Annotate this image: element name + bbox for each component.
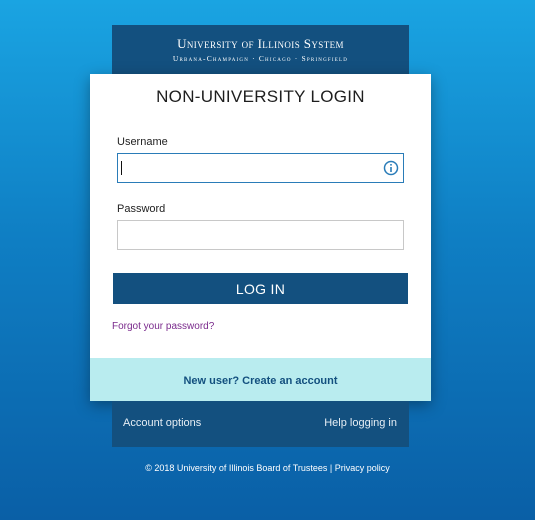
username-field[interactable] [117,153,404,183]
username-input[interactable] [118,154,403,182]
create-account-link[interactable]: New user? Create an account [183,375,337,387]
account-options-link[interactable]: Account options [123,417,201,429]
brand-title: University of Illinois System [177,36,344,51]
password-label: Password [117,203,166,215]
info-icon[interactable] [383,160,399,176]
login-card: NON-UNIVERSITY LOGIN Username Password L… [90,74,431,401]
login-button[interactable]: LOG IN [113,273,408,304]
forgot-password-link[interactable]: Forgot your password? [112,321,214,332]
password-input[interactable] [118,221,403,249]
username-label: Username [117,136,168,148]
privacy-policy-link[interactable]: Privacy policy [335,463,390,473]
footer-links-band: Account options Help logging in [112,401,409,447]
new-user-banner: New user? Create an account [90,358,431,401]
text-caret [121,161,122,175]
page-title: NON-UNIVERSITY LOGIN [156,87,365,106]
copyright-line: © 2018 University of Illinois Board of T… [0,463,535,473]
password-field[interactable] [117,220,404,250]
copyright-separator: | [329,463,333,473]
copyright-text: © 2018 University of Illinois Board of T… [145,463,328,473]
brand-subtitle: Urbana-Champaign · Chicago · Springfield [172,54,349,63]
help-logging-in-link[interactable]: Help logging in [324,417,397,429]
